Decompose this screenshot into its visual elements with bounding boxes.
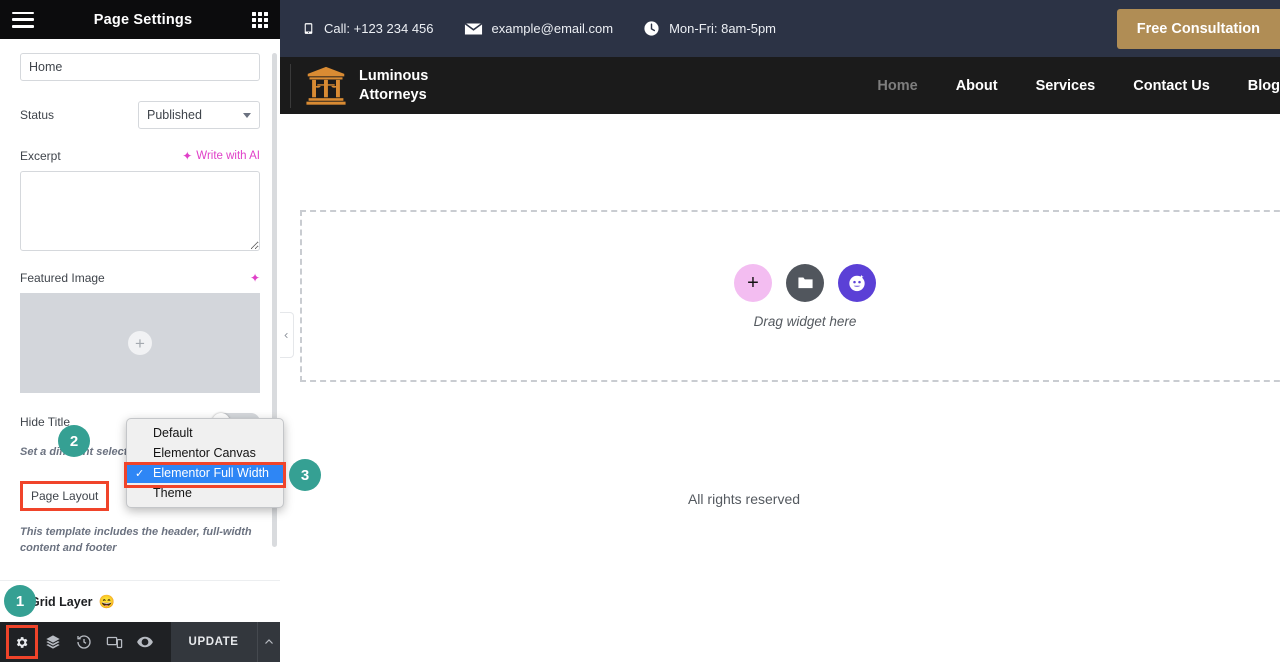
publish-options-button[interactable] bbox=[256, 622, 280, 662]
topbar-hours: Mon-Fri: 8am-5pm bbox=[643, 20, 776, 37]
update-label: UPDATE bbox=[188, 636, 239, 648]
hamburger-icon[interactable] bbox=[12, 11, 34, 28]
all-rights-reserved-text: All rights reserved bbox=[687, 491, 801, 507]
courthouse-scales-icon bbox=[306, 66, 346, 105]
update-button[interactable]: UPDATE bbox=[170, 622, 257, 662]
editor-canvas: + Drag widget here All rights reserved bbox=[280, 114, 1280, 662]
topbar-phone[interactable]: Call: +123 234 456 bbox=[302, 19, 434, 38]
chevron-up-icon bbox=[264, 639, 273, 644]
grid-icon[interactable] bbox=[252, 11, 268, 28]
topbar-hours-text: Mon-Fri: 8am-5pm bbox=[669, 21, 777, 36]
dropdown-option-label: Default bbox=[153, 426, 193, 440]
plus-icon: + bbox=[128, 331, 152, 355]
page-layout-dropdown[interactable]: Default Elementor Canvas ✓ Elementor Ful… bbox=[126, 418, 284, 508]
topbar-email[interactable]: example@email.com bbox=[464, 21, 614, 36]
write-with-ai-label: Write with AI bbox=[196, 150, 260, 162]
grid-layer-label: Grid Layer bbox=[30, 594, 93, 609]
hide-title-label: Hide Title bbox=[20, 415, 71, 429]
grid-layer-bar[interactable]: Grid Layer 😄 bbox=[0, 580, 280, 622]
history-icon bbox=[77, 635, 91, 649]
navigator-button[interactable] bbox=[38, 622, 69, 662]
responsive-icon bbox=[106, 636, 123, 648]
responsive-mode-button[interactable] bbox=[99, 622, 130, 662]
widget-dropzone[interactable]: + Drag widget here bbox=[300, 210, 1280, 382]
brand-line-2: Attorneys bbox=[359, 86, 427, 103]
add-template-button[interactable] bbox=[786, 263, 824, 302]
step-badge-3: 3 bbox=[289, 459, 321, 491]
history-button[interactable] bbox=[68, 622, 99, 662]
template-hint: This template includes the header, full-… bbox=[20, 525, 252, 554]
panel-scroll-area: Status Published Excerpt ✦ Write with AI bbox=[0, 39, 280, 622]
drag-widget-label: Drag widget here bbox=[753, 313, 857, 329]
dropdown-option-elementor-full-width[interactable]: ✓ Elementor Full Width bbox=[127, 463, 283, 483]
excerpt-label: Excerpt bbox=[20, 149, 61, 163]
sparkle-icon[interactable]: ✦ bbox=[250, 272, 260, 284]
nav-link-about[interactable]: About bbox=[956, 78, 998, 94]
settings-panel: Page Settings Status Published bbox=[0, 0, 280, 662]
clock-icon bbox=[644, 21, 659, 36]
cta-label: Free Consultation bbox=[1136, 21, 1260, 37]
panel-header: Page Settings bbox=[0, 0, 280, 39]
status-select-wrap[interactable]: Published bbox=[138, 101, 260, 129]
preview-button[interactable] bbox=[130, 622, 161, 662]
stamp-icon: 😄 bbox=[98, 593, 115, 609]
eye-icon bbox=[137, 636, 154, 648]
elementor-editor: Page Settings Status Published bbox=[0, 0, 1280, 662]
add-widget-button[interactable]: + bbox=[734, 263, 772, 302]
step-badge-2: 2 bbox=[58, 425, 90, 457]
page-title: Page Settings bbox=[93, 11, 193, 28]
page-layout-highlight: Page Layout bbox=[20, 480, 110, 511]
brand-line-1: Luminous bbox=[359, 68, 429, 85]
ai-face-icon bbox=[849, 274, 865, 291]
site-nav-links: Home About Services Contact Us Blog bbox=[839, 78, 1280, 94]
dropdown-option-label: Elementor Canvas bbox=[153, 446, 256, 460]
ai-builder-button[interactable] bbox=[838, 263, 876, 302]
free-consultation-button[interactable]: Free Consultation bbox=[1116, 9, 1280, 49]
nav-link-home[interactable]: Home bbox=[877, 78, 917, 94]
excerpt-textarea[interactable] bbox=[20, 171, 260, 251]
topbar-email-text: example@email.com bbox=[491, 21, 614, 36]
page-layout-label[interactable]: Page Layout bbox=[31, 489, 98, 503]
site-footer-note: All rights reserved bbox=[280, 491, 1280, 507]
envelope-icon bbox=[464, 22, 483, 34]
gear-icon bbox=[17, 636, 28, 648]
topbar-phone-text: Call: +123 234 456 bbox=[324, 21, 434, 36]
folder-icon bbox=[797, 277, 813, 289]
editor-footer-toolbar: UPDATE bbox=[0, 622, 280, 662]
site-topbar: Call: +123 234 456 example@email.com Mon… bbox=[280, 0, 1280, 57]
excerpt-row: Excerpt ✦ Write with AI bbox=[20, 149, 260, 163]
site-logo[interactable]: Luminous Attorneys bbox=[290, 63, 429, 108]
collapse-panel-button[interactable] bbox=[280, 312, 294, 358]
nav-link-blog[interactable]: Blog bbox=[1248, 78, 1280, 94]
widget-dropzone-buttons: + bbox=[734, 263, 876, 302]
nav-link-services[interactable]: Services bbox=[1036, 78, 1096, 94]
panel-body: Status Published Excerpt ✦ Write with AI bbox=[0, 39, 280, 622]
dropdown-option-label: Theme bbox=[153, 486, 192, 500]
featured-image-row: Featured Image ✦ bbox=[20, 271, 260, 285]
write-with-ai-button[interactable]: ✦ Write with AI bbox=[182, 150, 260, 162]
page-title-input[interactable] bbox=[20, 53, 260, 81]
nav-link-contact-us[interactable]: Contact Us bbox=[1133, 78, 1210, 94]
dropdown-option-default[interactable]: Default bbox=[127, 423, 283, 443]
step-badge-1: 1 bbox=[4, 585, 36, 617]
featured-image-label: Featured Image bbox=[20, 271, 105, 285]
sparkle-icon: ✦ bbox=[182, 149, 193, 163]
settings-button[interactable] bbox=[6, 625, 38, 659]
chevron-left-icon bbox=[284, 332, 288, 338]
phone-icon bbox=[304, 23, 313, 34]
layers-icon bbox=[46, 635, 60, 649]
status-label: Status bbox=[20, 108, 55, 122]
check-icon: ✓ bbox=[135, 467, 145, 480]
site-navbar: Luminous Attorneys Home About Services C… bbox=[280, 57, 1280, 114]
status-row: Status Published bbox=[20, 101, 260, 129]
dropdown-option-label: Elementor Full Width bbox=[153, 466, 270, 480]
dropdown-option-theme[interactable]: Theme bbox=[127, 483, 283, 503]
status-select[interactable]: Published bbox=[138, 101, 260, 129]
site-preview: Call: +123 234 456 example@email.com Mon… bbox=[280, 0, 1280, 662]
dropdown-option-elementor-canvas[interactable]: Elementor Canvas bbox=[127, 443, 283, 463]
featured-image-dropzone[interactable]: + bbox=[20, 293, 260, 393]
